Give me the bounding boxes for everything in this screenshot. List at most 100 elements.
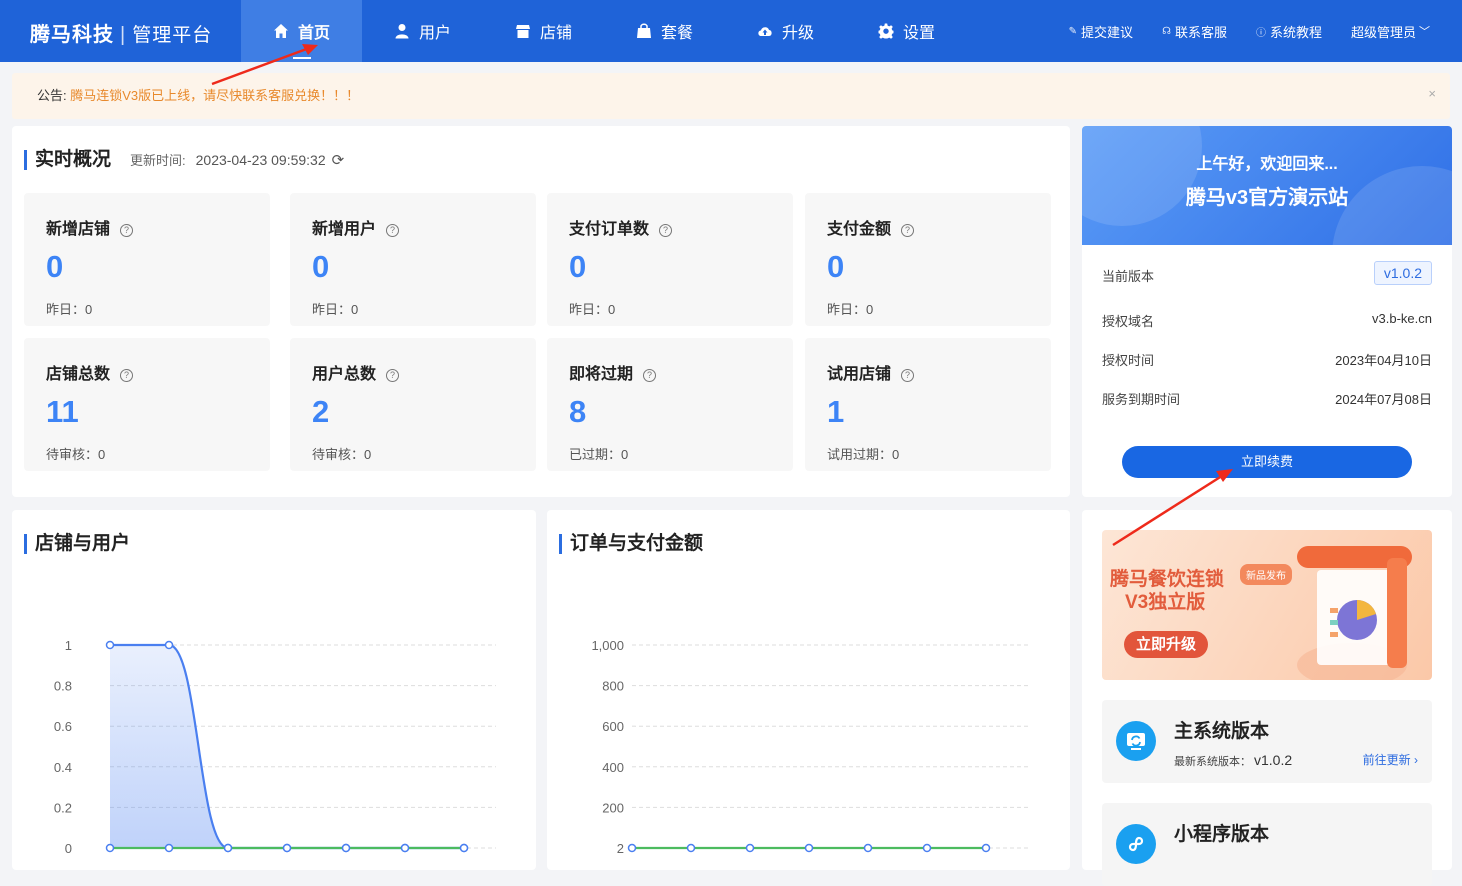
- top-navbar: 腾马科技 | 管理平台 首页 用户 店铺 套餐 升级 设置 ✎ 提交建议 ☊ 联系客服: [0, 0, 1462, 62]
- y-tick-label: 0.4: [54, 760, 72, 775]
- y-tick-label: 0: [65, 841, 72, 856]
- stat-tile: 新增店铺? 0 昨日：0: [24, 193, 270, 326]
- help-icon[interactable]: ?: [643, 369, 657, 382]
- stat-title: 新增用户?: [312, 215, 400, 239]
- y-tick-label: 200: [602, 800, 624, 815]
- version-title: 主系统版本: [1174, 721, 1270, 742]
- version-title: 小程序版本: [1174, 824, 1270, 845]
- notice-message[interactable]: 腾马连锁V3版已上线，请尽快联系客服兑换！！！: [70, 88, 359, 103]
- admin-menu[interactable]: 超级管理员 ﹀: [1351, 22, 1430, 41]
- nav-packages[interactable]: 套餐: [604, 0, 725, 62]
- shops-users-chart: 0 0.2 0.4 0.6 0.8 1: [54, 638, 496, 856]
- stat-title: 支付订单数?: [569, 215, 673, 239]
- stat-tile: 试用店铺? 1 试用过期：0: [805, 338, 1051, 471]
- help-icon[interactable]: ?: [659, 224, 673, 237]
- data-point: [400, 843, 410, 853]
- expire-value: 2024年07月08日: [1335, 392, 1432, 407]
- nav-label: 店铺: [539, 25, 572, 42]
- stat-sub: 昨日：0: [312, 302, 359, 317]
- version-number: v1.0.2: [1254, 752, 1293, 768]
- stat-title-text: 支付金额: [827, 221, 892, 238]
- nav-upgrade[interactable]: 升级: [725, 0, 846, 62]
- stat-title: 新增店铺?: [46, 215, 134, 239]
- nav-settings[interactable]: 设置: [846, 0, 967, 62]
- cloud-upload-icon: [758, 27, 772, 36]
- site-name: 腾马v3官方演示站: [1185, 187, 1349, 209]
- chevron-down-icon: ﹀: [1419, 26, 1430, 38]
- welcome-banner: 上午好，欢迎回来... 腾马v3官方演示站: [1082, 126, 1452, 245]
- data-point: [745, 843, 755, 853]
- stat-title: 即将过期?: [569, 360, 657, 384]
- orders-amount-chart: 2 200 400 600 800 1,000: [591, 638, 1031, 856]
- tutorial-link[interactable]: ⓘ 系统教程: [1256, 22, 1322, 41]
- renew-button[interactable]: 立即续费: [1122, 446, 1412, 478]
- help-icon[interactable]: ?: [386, 224, 400, 237]
- nav-label: 首页: [297, 25, 330, 42]
- main-nav: 首页 用户 店铺 套餐 升级 设置: [241, 0, 967, 62]
- promo-banner[interactable]: 腾马餐饮连锁 V3独立版 新品发布 立即升级: [1102, 530, 1432, 680]
- stat-title-text: 新增店铺: [46, 221, 111, 238]
- data-point: [627, 843, 637, 853]
- help-icon[interactable]: ?: [386, 369, 400, 382]
- stat-title-text: 支付订单数: [569, 221, 650, 238]
- stat-title: 试用店铺?: [827, 360, 915, 384]
- stat-title-text: 试用店铺: [827, 366, 892, 383]
- data-point: [804, 843, 814, 853]
- data-point: [105, 640, 115, 650]
- stat-title-text: 即将过期: [569, 366, 634, 383]
- data-point: [164, 843, 174, 853]
- stat-title-text: 店铺总数: [46, 366, 111, 383]
- y-tick-label: 0.6: [54, 719, 72, 734]
- stat-tile: 支付订单数? 0 昨日：0: [547, 193, 793, 326]
- series-area: [110, 645, 464, 848]
- headset-icon: ☊: [1162, 25, 1171, 37]
- help-icon[interactable]: ?: [120, 369, 134, 382]
- stat-tile: 新增用户? 0 昨日：0: [290, 193, 536, 326]
- shops-users-chart-card: 店铺与用户 0 0.2 0.4 0.6 0.8 1: [12, 510, 536, 870]
- header-links: ✎ 提交建议 ☊ 联系客服 ⓘ 系统教程 超级管理员 ﹀: [1040, 0, 1430, 62]
- announcement-bar: 公告: 腾马连锁V3版已上线，请尽快联系客服兑换！！！ ×: [12, 73, 1450, 119]
- stat-value: 1: [827, 394, 845, 429]
- user-icon: [395, 24, 409, 39]
- help-icon[interactable]: ?: [901, 224, 915, 237]
- overview-title: 实时概况: [24, 150, 111, 170]
- stat-title-text: 用户总数: [312, 366, 377, 383]
- y-tick-label: 600: [602, 719, 624, 734]
- stat-tile: 即将过期? 8 已过期：0: [547, 338, 793, 471]
- orders-amount-chart-card: 订单与支付金额 2 200 400 600 800 1,000: [547, 510, 1070, 870]
- bag-icon: [636, 23, 651, 38]
- nav-label: 套餐: [660, 25, 693, 42]
- info-icon: ⓘ: [1255, 27, 1266, 39]
- y-tick-label: 800: [602, 679, 624, 694]
- nav-label: 升级: [781, 25, 814, 42]
- promo-card: 腾马餐饮连锁 V3独立版 新品发布 立即升级 主系统版本 最新系统版本： v1.0…: [1082, 510, 1452, 886]
- nav-home[interactable]: 首页: [241, 0, 362, 62]
- y-tick-label: 0.2: [54, 800, 72, 815]
- stat-value: 8: [569, 394, 587, 429]
- stat-value: 0: [46, 249, 64, 284]
- gear-icon: [878, 23, 894, 39]
- service-link[interactable]: ☊ 联系客服: [1162, 22, 1227, 41]
- stat-value: 0: [569, 249, 587, 284]
- update-label: 更新时间:: [130, 153, 186, 168]
- data-point: [282, 843, 292, 853]
- expire-row: 服务到期时间 2024年07月08日: [1102, 389, 1432, 408]
- help-icon[interactable]: ?: [120, 224, 134, 237]
- go-update-link[interactable]: 前往更新 ›: [1363, 751, 1418, 768]
- data-point: [981, 843, 991, 853]
- close-icon[interactable]: ×: [1428, 71, 1436, 117]
- nav-users[interactable]: 用户: [362, 0, 483, 62]
- update-time: 更新时间: 2023-04-23 09:59:32 ⟳: [130, 150, 344, 169]
- refresh-icon[interactable]: ⟳: [332, 152, 345, 169]
- y-tick-label: 1,000: [591, 638, 624, 653]
- data-point: [105, 843, 115, 853]
- help-icon[interactable]: ?: [901, 369, 915, 382]
- shop-icon: [515, 25, 530, 38]
- brand-logo[interactable]: 腾马科技 | 管理平台: [30, 18, 212, 47]
- nav-shops[interactable]: 店铺: [483, 0, 604, 62]
- admin-label: 超级管理员: [1350, 24, 1416, 40]
- stat-tile: 店铺总数? 11 待审核：0: [24, 338, 270, 471]
- suggest-link[interactable]: ✎ 提交建议: [1069, 22, 1133, 41]
- upgrade-now-button[interactable]: 立即升级: [1124, 631, 1208, 658]
- main-version-box: 主系统版本 最新系统版本： v1.0.2 前往更新 ›: [1102, 700, 1432, 783]
